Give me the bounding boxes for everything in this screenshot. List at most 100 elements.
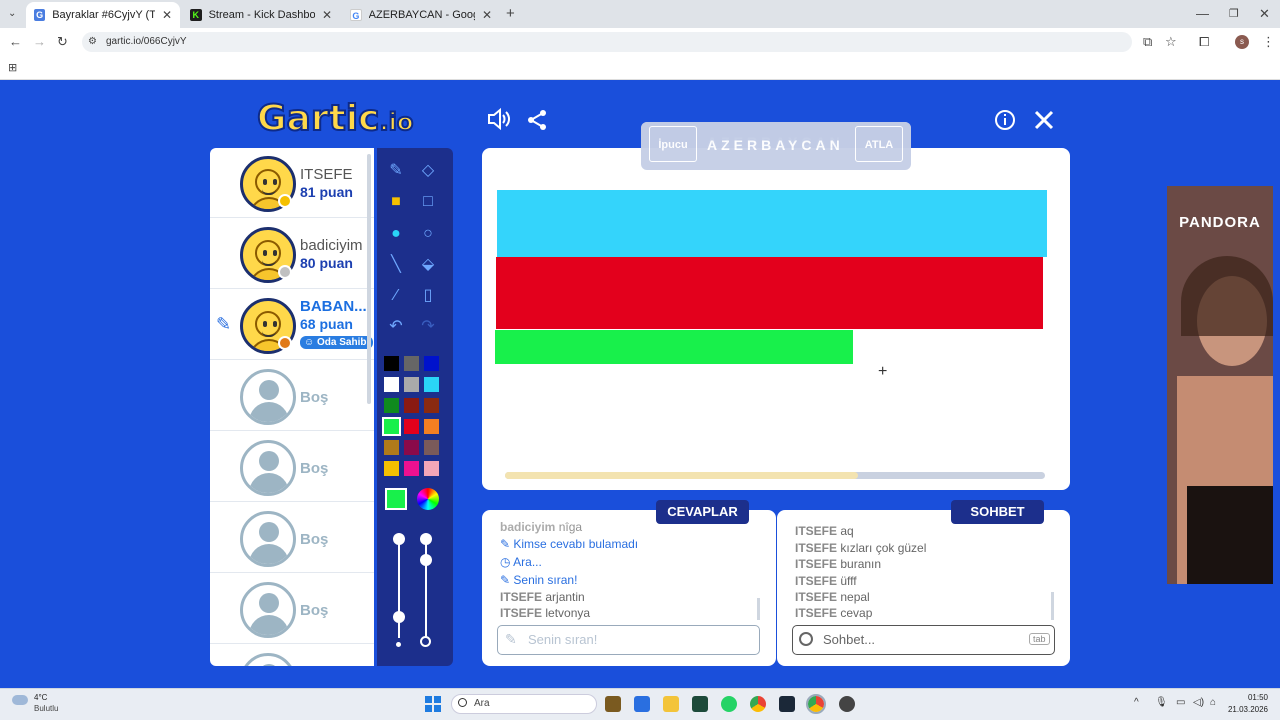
players-scrollbar[interactable] — [367, 154, 371, 404]
palette-color-swatch[interactable] — [384, 461, 399, 476]
reload-icon[interactable]: ↻ — [57, 32, 68, 52]
close-tab-icon[interactable]: ✕ — [162, 8, 172, 22]
palette-color-swatch[interactable] — [424, 398, 439, 413]
folder-icon[interactable] — [663, 696, 679, 712]
palette-color-swatch[interactable] — [382, 417, 401, 436]
install-icon[interactable]: ⧉ — [1143, 32, 1152, 52]
forward-icon[interactable]: → — [33, 32, 46, 52]
opacity-slider-top-knob[interactable] — [420, 533, 432, 545]
mic-icon[interactable]: 🎙 — [1155, 697, 1168, 708]
volume-icon[interactable]: ◁) — [1193, 697, 1204, 708]
palette-color-swatch[interactable] — [404, 377, 419, 392]
new-tab-icon[interactable]: + — [506, 4, 515, 24]
site-info-icon[interactable]: ⚙ — [88, 32, 97, 52]
palette-color-swatch[interactable] — [424, 356, 439, 371]
extensions-icon[interactable]: ⧠ — [1199, 32, 1209, 52]
display-icon[interactable]: ▭ — [1176, 697, 1185, 708]
player-row[interactable]: badiciyim 80 puan — [210, 219, 374, 289]
palette-color-swatch[interactable] — [404, 461, 419, 476]
pencil-icon[interactable]: ✎ — [383, 158, 409, 184]
current-color-swatch[interactable] — [385, 488, 407, 510]
weather-temp[interactable]: 4°C — [34, 693, 47, 702]
message-text: letvonya — [545, 606, 591, 620]
color-wheel-icon[interactable] — [417, 488, 439, 510]
tab-list-icon[interactable]: ⌄ — [8, 4, 16, 24]
taskbar-search[interactable]: Ara — [451, 694, 597, 714]
palette-color-swatch[interactable] — [404, 419, 419, 434]
palette-color-swatch[interactable] — [404, 398, 419, 413]
pandora-ad[interactable]: PANDORA — [1167, 186, 1273, 584]
eyedropper-icon[interactable]: ⁄ — [383, 283, 409, 309]
palette-color-swatch[interactable] — [384, 356, 399, 371]
tab-kick[interactable]: K Stream - Kick Dashboard ✕ — [182, 2, 340, 28]
weather-desc[interactable]: Bulutlu — [34, 704, 58, 713]
skip-button[interactable]: ATLA — [855, 126, 903, 162]
opacity-slider[interactable] — [425, 538, 427, 638]
player-row-current[interactable]: BABAN... 68 puan ☺ Oda Sahibi — [210, 290, 374, 360]
profile-avatar[interactable]: s — [1235, 35, 1249, 49]
palette-color-swatch[interactable] — [424, 440, 439, 455]
size-slider[interactable] — [398, 538, 400, 638]
line-icon[interactable]: ╲ — [383, 252, 409, 278]
chrome-icon[interactable] — [750, 696, 766, 712]
palette-color-swatch[interactable] — [384, 440, 399, 455]
menu-dots-icon[interactable]: ⋮ — [1262, 32, 1275, 52]
palette-color-swatch[interactable] — [404, 440, 419, 455]
app-icon[interactable] — [605, 696, 621, 712]
opacity-slider-knob[interactable] — [420, 554, 432, 566]
eraser-icon[interactable]: ◇ — [415, 158, 441, 184]
bookmark-star-icon[interactable]: ☆ — [1165, 32, 1177, 52]
filled-rect-icon[interactable]: ■ — [383, 189, 409, 215]
rect-icon[interactable]: □ — [415, 189, 441, 215]
tab-google[interactable]: G AZERBAYCAN - Google'da Ara ✕ — [342, 2, 500, 28]
size-slider-top-knob[interactable] — [393, 533, 405, 545]
back-icon[interactable]: ← — [9, 32, 22, 52]
ellipse-icon[interactable]: ○ — [415, 221, 441, 247]
tray-chevron-icon[interactable]: ^ — [1134, 697, 1139, 708]
filled-ellipse-icon[interactable]: ● — [383, 221, 409, 247]
canvas-scroll-thumb[interactable] — [505, 472, 858, 479]
chrome-active-icon[interactable] — [806, 694, 826, 714]
chat-scrollbar[interactable] — [1051, 592, 1054, 620]
undo-icon[interactable]: ↶ — [383, 314, 409, 340]
palette-color-swatch[interactable] — [384, 377, 399, 392]
palette-color-swatch[interactable] — [384, 398, 399, 413]
url-input[interactable]: gartic.io/066CyjvY — [82, 32, 1132, 52]
answers-scrollbar[interactable] — [757, 598, 760, 620]
message-text: cevap — [840, 606, 873, 620]
close-tab-icon[interactable]: ✕ — [322, 8, 332, 22]
windows-start-icon[interactable] — [425, 696, 441, 712]
app-icon[interactable] — [692, 696, 708, 712]
apps-grid-icon[interactable]: ⊞ — [8, 58, 17, 78]
chat-input[interactable]: Sohbet... — [792, 625, 1055, 655]
steam-icon[interactable] — [779, 696, 795, 712]
redo-icon[interactable]: ↷ — [415, 314, 441, 340]
answer-system-message: ✎ Kimse cevabı bulamadı — [500, 537, 639, 551]
info-icon[interactable] — [994, 109, 1016, 136]
clock-date[interactable]: 21.03.2026 — [1224, 705, 1268, 714]
minimize-icon[interactable]: — — [1196, 4, 1209, 24]
player-row[interactable]: ITSEFE 81 puan — [210, 148, 374, 218]
palette-color-swatch[interactable] — [424, 377, 439, 392]
palette-color-swatch[interactable] — [404, 356, 419, 371]
sound-icon[interactable] — [486, 106, 512, 139]
clock-time[interactable]: 01:50 — [1228, 693, 1268, 702]
answer-input[interactable]: Senin sıran! — [497, 625, 760, 655]
weather-cloud-icon[interactable] — [12, 695, 28, 705]
palette-color-swatch[interactable] — [424, 461, 439, 476]
fill-bucket-icon[interactable]: ⬙ — [415, 252, 441, 278]
share-icon[interactable] — [525, 108, 549, 137]
mail-icon[interactable] — [634, 696, 650, 712]
window-close-icon[interactable]: ✕ — [1259, 4, 1270, 24]
clear-page-icon[interactable]: ▯ — [415, 283, 441, 309]
close-tab-icon[interactable]: ✕ — [482, 8, 492, 22]
network-icon[interactable]: ⌂ — [1210, 697, 1216, 708]
tab-gartic[interactable]: G Bayraklar #6CyjvY (Türkçe) - Ga ✕ — [26, 2, 180, 28]
whatsapp-icon[interactable] — [721, 696, 737, 712]
close-game-icon[interactable] — [1033, 109, 1055, 136]
hint-button[interactable]: İpucu — [649, 126, 697, 162]
restore-icon[interactable]: ❐ — [1229, 4, 1239, 24]
palette-color-swatch[interactable] — [424, 419, 439, 434]
size-slider-knob[interactable] — [393, 611, 405, 623]
app-icon[interactable] — [839, 696, 855, 712]
